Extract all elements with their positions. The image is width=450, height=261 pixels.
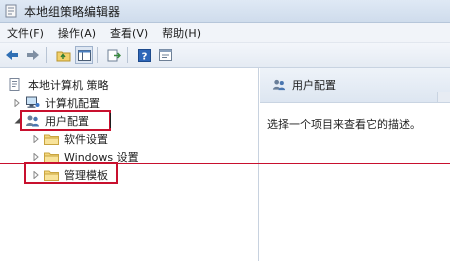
- detail-header: 用户配置: [260, 68, 450, 103]
- tree-node-software-settings[interactable]: 软件设置: [32, 130, 108, 147]
- svg-text:?: ?: [141, 51, 147, 62]
- expand-arrow-icon[interactable]: [32, 134, 40, 144]
- up-folder-icon[interactable]: [54, 46, 72, 64]
- folder-icon: [44, 132, 59, 145]
- tree-node-computer-config[interactable]: 计算机配置: [13, 94, 100, 111]
- tree-label-software-settings: 软件设置: [64, 132, 108, 146]
- menu-bar: 文件(F) 操作(A) 查看(V) 帮助(H): [0, 23, 450, 43]
- tree-node-root[interactable]: 本地计算机 策略: [8, 76, 109, 93]
- header-scroll-tab[interactable]: [437, 92, 450, 102]
- toolbar-separator: [127, 47, 128, 63]
- show-hide-tree-icon[interactable]: [75, 46, 93, 64]
- annotation-highlight-admin-templates: [24, 162, 118, 184]
- detail-header-title: 用户配置: [292, 79, 336, 92]
- menu-view[interactable]: 查看(V): [103, 25, 155, 41]
- annotation-guide-line: [0, 163, 450, 164]
- policy-editor-window: 本地组策略编辑器 文件(F) 操作(A) 查看(V) 帮助(H) ? 本地计算机…: [0, 0, 450, 261]
- toolbar-separator: [46, 47, 47, 63]
- export-list-icon[interactable]: [105, 46, 123, 64]
- policy-document-icon: [8, 78, 23, 91]
- users-icon: [272, 78, 286, 92]
- forward-arrow-icon[interactable]: [24, 46, 42, 64]
- expand-arrow-icon[interactable]: [13, 98, 21, 108]
- title-bar: 本地组策略编辑器: [0, 0, 450, 23]
- detail-pane: 用户配置 选择一个项目来查看它的描述。: [260, 68, 450, 261]
- menu-help[interactable]: 帮助(H): [155, 25, 208, 41]
- detail-description: 选择一个项目来查看它的描述。: [267, 118, 421, 131]
- window-title: 本地组策略编辑器: [24, 4, 121, 19]
- toolbar: ?: [0, 43, 450, 68]
- annotation-highlight-user-config: [20, 110, 111, 131]
- toolbar-separator: [97, 47, 98, 63]
- properties-icon[interactable]: [156, 46, 174, 64]
- back-arrow-icon[interactable]: [3, 46, 21, 64]
- help-icon[interactable]: ?: [135, 46, 153, 64]
- menu-action[interactable]: 操作(A): [51, 25, 103, 41]
- menu-file[interactable]: 文件(F): [0, 25, 51, 41]
- tree-label-computer-config: 计算机配置: [45, 96, 100, 110]
- policy-editor-icon: [4, 4, 18, 18]
- expand-arrow-icon[interactable]: [32, 152, 40, 162]
- text-cursor: [110, 113, 111, 128]
- tree-label-root: 本地计算机 策略: [28, 78, 109, 92]
- computer-icon: [25, 96, 40, 109]
